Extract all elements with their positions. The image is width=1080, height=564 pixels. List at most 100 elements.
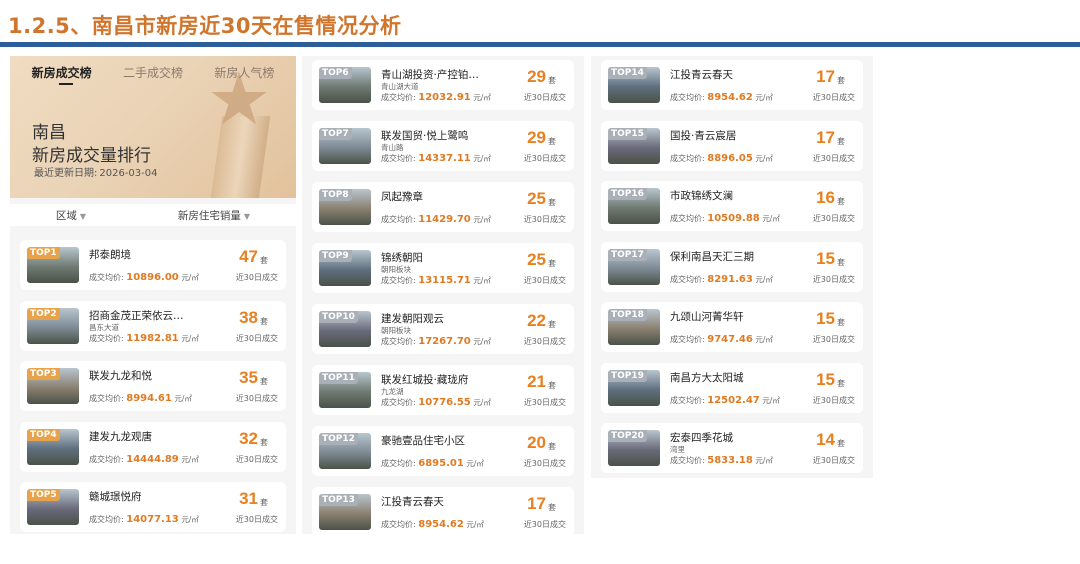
price-label: 成交均价: (89, 273, 124, 282)
price-unit: 元/㎡ (473, 276, 491, 285)
ranking-tabs: 新房成交榜 二手成交榜 新房人气榜 (10, 62, 296, 83)
property-thumbnail: TOP13 (319, 494, 371, 530)
tab-second-hand-deals[interactable]: 二手成交榜 (119, 62, 187, 83)
ranking-item[interactable]: TOP5 赣城璟悦府 成交均价: 14077.13 元/㎡ 31 套近30日成交 (20, 482, 286, 532)
tab-new-home-popularity[interactable]: 新房人气榜 (210, 62, 278, 83)
property-location: 朝阳板块 (381, 326, 411, 335)
price-value: 13115.71 (418, 275, 471, 286)
price-value: 14077.13 (126, 514, 179, 525)
price-value: 14444.89 (126, 453, 179, 465)
price-unit: 元/㎡ (755, 456, 773, 465)
property-name: 宏泰四季花城 (670, 432, 733, 444)
ranking-item[interactable]: TOP11 联发红城投·藏珑府 九龙湖 成交均价: 10776.55 元/㎡ 21 套近3… (312, 365, 574, 415)
sort-filter-label: 新房住宅销量 (177, 209, 241, 222)
deal-count: 17 (816, 67, 835, 86)
property-name: 邦泰朗境 (89, 249, 131, 261)
property-location: 湾里 (670, 445, 685, 454)
ranking-item[interactable]: TOP13 江投青云春天 成交均价: 8954.62 元/㎡ 17 套近30日成交 (312, 487, 574, 537)
property-name: 招商金茂正荣依云… (89, 309, 184, 322)
ranking-item[interactable]: TOP6 青山湖投资·产控铂… 青山湖大道 成交均价: 12032.91 元/㎡ 29 套… (312, 60, 574, 110)
price-label: 成交均价: (670, 335, 705, 344)
deal-count: 17 (816, 127, 835, 147)
price-value: 9747.46 (707, 334, 753, 345)
property-name: 保利南昌天汇三期 (670, 250, 754, 263)
deal-count-unit: 套 (548, 198, 556, 207)
deal-count: 29 (527, 67, 546, 86)
ranking-item[interactable]: TOP18 九颂山河菁华轩 成交均价: 9747.46 元/㎡ 15 套近30日成交 (601, 302, 863, 352)
price-label: 成交均价: (381, 398, 416, 407)
property-name: 联发九龙和悦 (89, 370, 152, 382)
price-value: 11429.70 (418, 214, 471, 225)
price-value: 12502.47 (707, 394, 760, 406)
ranking-item[interactable]: TOP7 联发国贸·悦上鹭鸣 青山路 成交均价: 14337.11 元/㎡ 29 套近30… (312, 121, 574, 171)
deal-count-unit: 套 (837, 439, 845, 448)
ranking-item[interactable]: TOP10 建发朝阳观云 朝阳板块 成交均价: 17267.70 元/㎡ 22 套近30日… (312, 304, 574, 354)
property-name: 赣城璟悦府 (89, 491, 142, 503)
deal-count-unit: 套 (837, 76, 845, 85)
deal-count-unit: 套 (837, 257, 845, 267)
price-value: 10776.55 (418, 397, 471, 408)
deal-period: 近30日成交 (523, 398, 566, 407)
price-line: 成交均价: 8954.62 元/㎡ (670, 92, 773, 103)
ranking-item[interactable]: TOP15 国投·青云宸居 成交均价: 8896.05 元/㎡ 17 套近30日成交 (601, 120, 863, 171)
ranking-item[interactable]: TOP17 保利南昌天汇三期 成交均价: 8291.63 元/㎡ 15 套近30日成交 (601, 241, 863, 292)
property-name: 九颂山河菁华轩 (670, 311, 744, 323)
price-unit: 元/㎡ (473, 154, 491, 163)
deal-period: 近30日成交 (812, 335, 855, 344)
deal-count: 38 (239, 307, 258, 327)
region-filter[interactable]: 区域 ▼ (56, 208, 86, 223)
ranking-item[interactable]: TOP1 邦泰朗境 成交均价: 10896.00 元/㎡ 47 套近30日成交 (20, 240, 286, 290)
price-value: 8896.05 (707, 152, 753, 164)
price-value: 10509.88 (707, 213, 760, 224)
price-line: 成交均价: 10776.55 元/㎡ (381, 397, 491, 408)
property-location: 青山路 (381, 143, 404, 152)
ranking-column-1: ★ 新房成交榜 二手成交榜 新房人气榜 南昌 新房成交量排行 最近更新日期: 20… (10, 56, 296, 534)
rank-badge: TOP15 (608, 127, 647, 140)
property-thumbnail: TOP8 (319, 189, 371, 225)
rank-badge: TOP9 (319, 250, 352, 262)
deal-count-unit: 套 (548, 381, 556, 390)
deal-period: 近30日成交 (523, 93, 566, 102)
price-value: 8291.63 (707, 273, 753, 285)
price-line: 成交均价: 8896.05 元/㎡ (670, 153, 773, 164)
deal-count: 25 (527, 189, 546, 208)
ranking-item[interactable]: TOP16 市政锦绣文澜 成交均价: 10509.88 元/㎡ 16 套近30日成交 (601, 181, 863, 231)
ranking-item[interactable]: TOP12 豪驰壹品住宅小区 成交均价: 6895.01 元/㎡ 20 套近30日成交 (312, 426, 574, 476)
ranking-item[interactable]: TOP20 宏泰四季花城 湾里 成交均价: 5833.18 元/㎡ 14 套近30日成交 (601, 423, 863, 473)
deal-period: 近30日成交 (523, 154, 566, 163)
caret-down-icon: ▼ (243, 211, 251, 221)
price-line: 成交均价: 11429.70 元/㎡ (381, 214, 491, 225)
rank-badge: TOP17 (608, 248, 647, 261)
ranking-item[interactable]: TOP2 招商金茂正荣依云… 昌东大道 成交均价: 11982.81 元/㎡ 38 套近3… (20, 300, 286, 351)
deal-count: 15 (816, 369, 835, 389)
tab-new-home-deals[interactable]: 新房成交榜 (28, 62, 96, 83)
ranking-item[interactable]: TOP14 江投青云春天 成交均价: 8954.62 元/㎡ 17 套近30日成交 (601, 60, 863, 110)
price-label: 成交均价: (670, 93, 705, 102)
ranking-item[interactable]: TOP8 凤起豫章 成交均价: 11429.70 元/㎡ 25 套近30日成交 (312, 182, 574, 232)
ranking-item[interactable]: TOP4 建发九龙观唐 成交均价: 14444.89 元/㎡ 32 套近30日成交 (20, 421, 286, 472)
price-label: 成交均价: (381, 215, 416, 224)
property-name: 江投青云春天 (670, 69, 733, 81)
ranking-column-2: TOP6 青山湖投资·产控铂… 青山湖大道 成交均价: 12032.91 元/㎡ 29 套… (302, 56, 584, 537)
price-unit: 元/㎡ (181, 515, 199, 524)
deal-period: 近30日成交 (812, 93, 855, 102)
deal-period: 近30日成交 (523, 215, 566, 224)
ranking-item[interactable]: TOP9 锦绣朝阳 朝阳板块 成交均价: 13115.71 元/㎡ 25 套近30日成交 (312, 243, 574, 293)
deal-count-unit: 套 (548, 442, 556, 451)
price-label: 成交均价: (89, 394, 124, 403)
sort-filter[interactable]: 新房住宅销量 ▼ (178, 208, 250, 223)
price-unit: 元/㎡ (755, 153, 773, 163)
price-value: 17267.70 (418, 336, 471, 347)
price-line: 成交均价: 5833.18 元/㎡ (670, 455, 773, 466)
deal-count: 22 (527, 311, 546, 330)
deal-count: 25 (527, 250, 546, 269)
update-date-label: 最近更新日期: (34, 168, 98, 179)
deal-count: 17 (527, 494, 546, 513)
ranking-item[interactable]: TOP19 南昌方大太阳城 成交均价: 12502.47 元/㎡ 15 套近30日成交 (601, 362, 863, 413)
filter-bar: 区域 ▼ 新房住宅销量 ▼ (10, 204, 296, 226)
price-line: 成交均价: 12032.91 元/㎡ (381, 92, 491, 103)
deal-period: 近30日成交 (812, 395, 855, 405)
deal-period: 近30日成交 (523, 337, 566, 346)
ranking-item[interactable]: TOP3 联发九龙和悦 成交均价: 8994.61 元/㎡ 35 套近30日成交 (20, 361, 286, 411)
deal-period: 近30日成交 (523, 520, 566, 529)
